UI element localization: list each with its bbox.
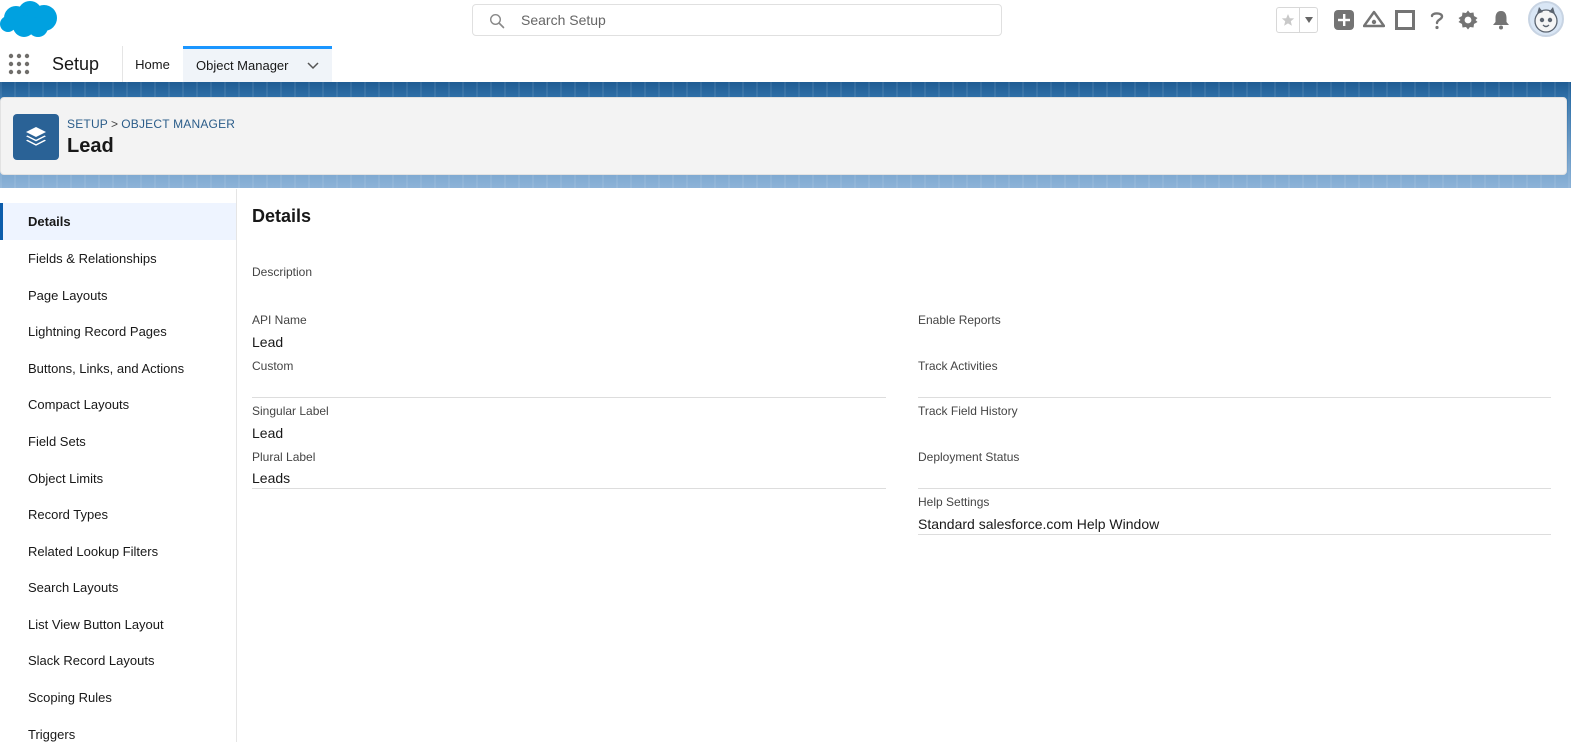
field-divider (918, 534, 1551, 535)
add-icon[interactable] (1333, 9, 1355, 31)
api-name-label: API Name (252, 313, 307, 327)
track-field-history-label: Track Field History (918, 404, 1018, 418)
search-input[interactable] (521, 5, 981, 35)
deployment-status-label: Deployment Status (918, 450, 1020, 464)
field-divider (252, 488, 886, 489)
tab-home[interactable]: Home (123, 46, 182, 82)
search-icon (489, 13, 505, 29)
sidebar-item-related-lookup-filters[interactable]: Related Lookup Filters (0, 533, 236, 570)
global-header (0, 0, 1571, 47)
notifications-bell-icon[interactable] (1490, 9, 1512, 31)
sidebar-item-scoping-rules[interactable]: Scoping Rules (0, 679, 236, 716)
star-icon[interactable] (1277, 8, 1300, 32)
help-settings-value: Standard salesforce.com Help Window (918, 516, 1160, 532)
gear-icon[interactable] (1457, 9, 1479, 31)
chevron-down-icon[interactable] (306, 58, 320, 72)
app-name: Setup (52, 54, 100, 74)
details-title: Details (252, 206, 312, 226)
track-activities-label: Track Activities (918, 359, 998, 373)
plural-label-value: Leads (252, 470, 291, 486)
sidebar-item-object-limits[interactable]: Object Limits (0, 460, 236, 497)
field-divider (918, 488, 1551, 489)
app-navigation-bar: Setup Home Object Manager (0, 46, 1571, 82)
favorites-dropdown-icon[interactable] (1300, 8, 1317, 32)
sidebar-item-lightning-record-pages[interactable]: Lightning Record Pages (0, 313, 236, 350)
sidebar-item-search-layouts[interactable]: Search Layouts (0, 569, 236, 606)
singular-label-value: Lead (252, 425, 284, 441)
object-manager-layers-icon (13, 114, 59, 160)
plural-label-label: Plural Label (252, 450, 316, 464)
description-label: Description (252, 265, 313, 279)
sidebar-item-buttons-links-actions[interactable]: Buttons, Links, and Actions (0, 350, 236, 387)
field-divider (252, 397, 886, 398)
tab-object-manager[interactable]: Object Manager (183, 46, 332, 82)
sidebar-item-list-view-button-layout[interactable]: List View Button Layout (0, 606, 236, 643)
page-title: Lead (67, 135, 114, 157)
field-divider (918, 397, 1551, 398)
breadcrumb-separator: > (111, 117, 119, 131)
sidebar-item-fields-relationships[interactable]: Fields & Relationships (0, 240, 236, 277)
setup-search[interactable] (472, 4, 1002, 36)
object-header: SETUP > OBJECT MANAGER Lead (0, 97, 1567, 175)
salesforce-logo[interactable] (0, 0, 60, 40)
guidance-center-icon[interactable] (1394, 9, 1416, 31)
trailhead-icon[interactable] (1363, 9, 1385, 31)
object-sidebar: Details Fields & Relationships Page Layo… (0, 189, 237, 742)
favorites-control[interactable] (1276, 7, 1318, 33)
user-avatar[interactable] (1528, 1, 1564, 37)
sidebar-item-compact-layouts[interactable]: Compact Layouts (0, 386, 236, 423)
custom-label: Custom (252, 359, 294, 373)
tab-object-manager-label: Object Manager (196, 58, 289, 73)
sidebar-item-record-types[interactable]: Record Types (0, 496, 236, 533)
enable-reports-label: Enable Reports (918, 313, 1001, 327)
api-name-value: Lead (252, 334, 284, 350)
help-icon[interactable] (1426, 9, 1448, 31)
help-settings-label: Help Settings (918, 495, 990, 509)
sidebar-item-field-sets[interactable]: Field Sets (0, 423, 236, 460)
sidebar-item-details[interactable]: Details (0, 203, 236, 240)
singular-label-label: Singular Label (252, 404, 329, 418)
breadcrumb: SETUP > OBJECT MANAGER (67, 117, 235, 131)
app-launcher-icon[interactable] (8, 53, 30, 75)
breadcrumb-object-manager-link[interactable]: OBJECT MANAGER (121, 117, 235, 131)
sidebar-item-triggers[interactable]: Triggers (0, 716, 236, 753)
sidebar-item-page-layouts[interactable]: Page Layouts (0, 277, 236, 314)
breadcrumb-setup-link[interactable]: SETUP (67, 117, 108, 131)
sidebar-item-slack-record-layouts[interactable]: Slack Record Layouts (0, 642, 236, 679)
details-panel: Details Description API Name Lead Custom… (237, 189, 1567, 742)
